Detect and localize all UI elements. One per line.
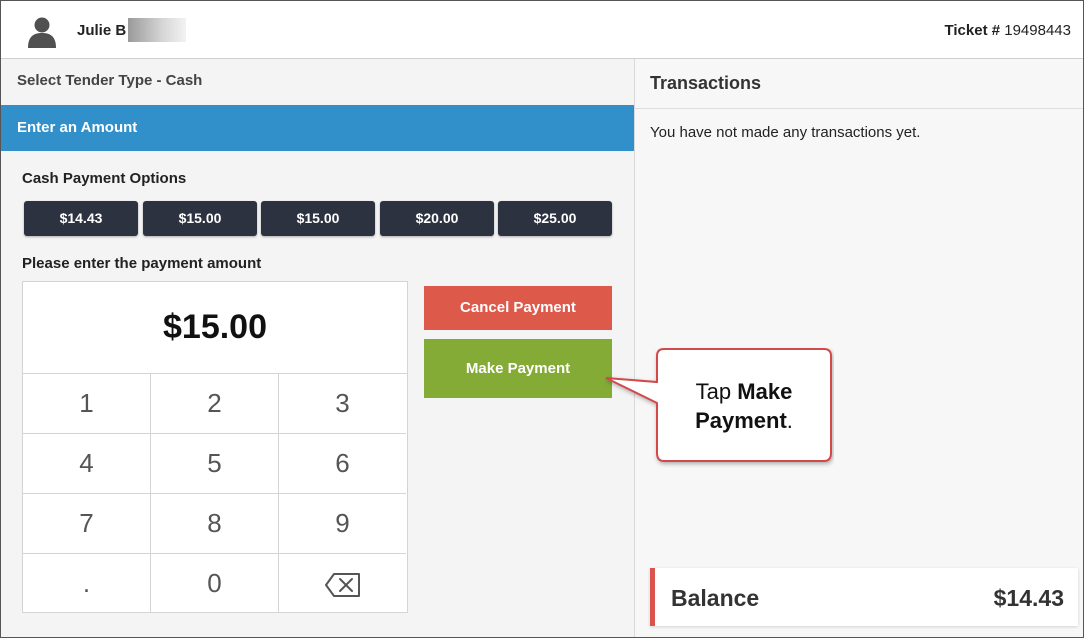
transactions-divider bbox=[635, 108, 1083, 109]
keypad-key-0[interactable]: 0 bbox=[151, 554, 279, 613]
keypad-key-4[interactable]: 4 bbox=[23, 434, 151, 494]
tender-type-title: Select Tender Type - Cash bbox=[17, 72, 203, 89]
callout-text: Tap Make Payment. bbox=[659, 377, 829, 435]
top-bar: Julie B Ticket # 19498443 bbox=[1, 1, 1083, 59]
backspace-icon bbox=[324, 573, 360, 598]
ticket-label: Ticket # bbox=[944, 22, 1001, 39]
keypad-key-2[interactable]: 2 bbox=[151, 374, 279, 434]
enter-amount-label: Enter an Amount bbox=[17, 119, 138, 136]
cash-options-label: Cash Payment Options bbox=[22, 170, 187, 187]
amount-display: $15.00 bbox=[23, 282, 407, 374]
balance-label: Balance bbox=[671, 585, 760, 611]
callout-suffix: . bbox=[786, 408, 793, 433]
cancel-payment-button[interactable]: Cancel Payment bbox=[424, 286, 612, 330]
cash-option-button[interactable]: $15.00 bbox=[261, 201, 375, 236]
keypad-key-backspace[interactable] bbox=[279, 554, 406, 613]
ticket-number: Ticket # 19498443 bbox=[944, 22, 1071, 39]
cash-option-button[interactable]: $15.00 bbox=[143, 201, 257, 236]
enter-amount-bar[interactable]: Enter an Amount bbox=[1, 105, 634, 151]
keypad-key-1[interactable]: 1 bbox=[23, 374, 151, 434]
keypad-key-decimal[interactable]: . bbox=[23, 554, 151, 613]
callout-prefix: Tap bbox=[695, 379, 732, 404]
make-payment-button[interactable]: Make Payment bbox=[424, 339, 612, 398]
enter-amount-prompt: Please enter the payment amount bbox=[22, 255, 262, 272]
keypad-key-7[interactable]: 7 bbox=[23, 494, 151, 554]
keypad-key-9[interactable]: 9 bbox=[279, 494, 406, 554]
redacted-name-blur bbox=[128, 18, 186, 42]
payment-panel: Select Tender Type - Cash Enter an Amoun… bbox=[1, 59, 634, 637]
keypad-key-5[interactable]: 5 bbox=[151, 434, 279, 494]
user-avatar-icon bbox=[28, 17, 56, 48]
balance-value: $14.43 bbox=[993, 585, 1064, 611]
ticket-value: 19498443 bbox=[1004, 22, 1071, 39]
balance-card: Balance $14.43 bbox=[650, 568, 1078, 626]
keypad-key-3[interactable]: 3 bbox=[279, 374, 406, 434]
cash-option-button[interactable]: $25.00 bbox=[498, 201, 612, 236]
app-window: Julie B Ticket # 19498443 Select Tender … bbox=[0, 0, 1084, 638]
transactions-title: Transactions bbox=[650, 73, 762, 93]
transactions-empty-message: You have not made any transactions yet. bbox=[650, 124, 921, 141]
keypad: $15.00 1 2 3 4 5 6 7 8 9 . 0 bbox=[22, 281, 408, 613]
keypad-key-8[interactable]: 8 bbox=[151, 494, 279, 554]
cash-option-button[interactable]: $14.43 bbox=[24, 201, 138, 236]
user-name: Julie B bbox=[77, 22, 127, 39]
keypad-key-6[interactable]: 6 bbox=[279, 434, 406, 494]
cash-option-button[interactable]: $20.00 bbox=[380, 201, 494, 236]
